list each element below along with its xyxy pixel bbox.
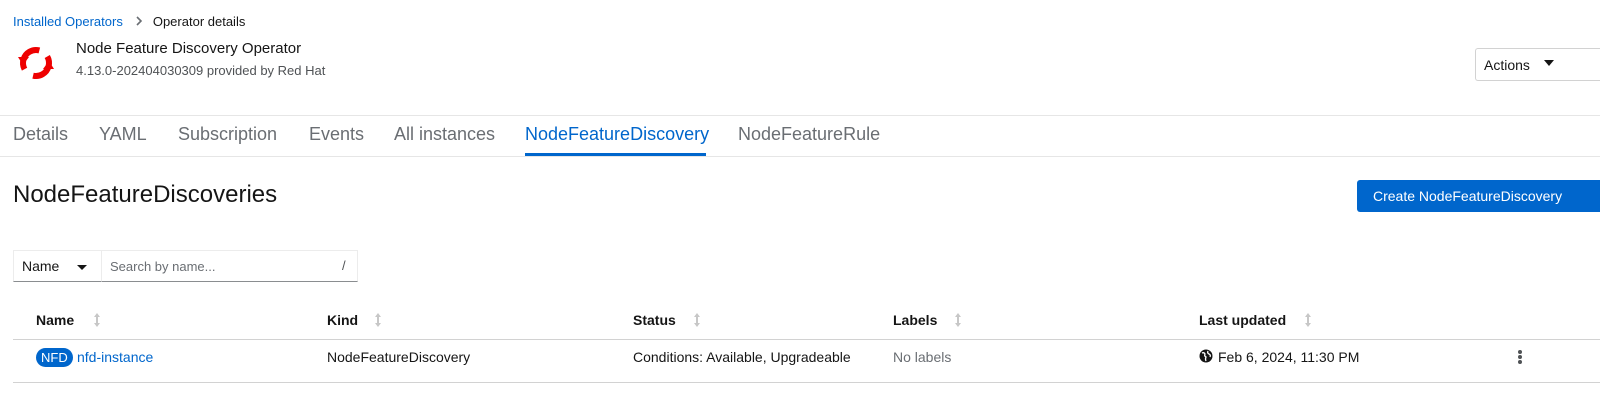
column-header-kind[interactable]: Kind <box>327 312 358 328</box>
sort-icon[interactable] <box>373 312 383 328</box>
search-box: / <box>101 250 358 282</box>
chevron-right-icon <box>135 15 143 29</box>
tabs-divider-bottom <box>0 156 1600 157</box>
breadcrumb: Installed Operators Operator details <box>13 14 245 29</box>
breadcrumb-installed-operators-link[interactable]: Installed Operators <box>13 14 123 29</box>
sort-icon[interactable] <box>92 312 102 328</box>
table-row-divider <box>13 339 1600 340</box>
filter-type-select[interactable]: Name <box>13 250 102 282</box>
tab-yaml[interactable]: YAML <box>99 124 147 145</box>
cell-labels: No labels <box>893 349 952 365</box>
column-header-name[interactable]: Name <box>36 312 74 328</box>
cell-kind: NodeFeatureDiscovery <box>327 349 471 365</box>
actions-label: Actions <box>1484 56 1530 73</box>
column-header-status[interactable]: Status <box>633 312 676 328</box>
column-header-labels[interactable]: Labels <box>893 312 937 328</box>
sort-icon[interactable] <box>953 312 963 328</box>
actions-dropdown-button[interactable]: Actions <box>1475 48 1600 81</box>
column-header-last-updated[interactable]: Last updated <box>1199 312 1286 328</box>
filter-type-label: Name <box>22 258 60 274</box>
tab-all-instances[interactable]: All instances <box>394 124 495 145</box>
tab-nodefeaturediscovery[interactable]: NodeFeatureDiscovery <box>525 124 709 145</box>
search-input[interactable] <box>102 251 327 281</box>
page-title: NodeFeatureDiscoveries <box>13 181 278 208</box>
sort-icon[interactable] <box>692 312 702 328</box>
create-nodefeaturediscovery-button[interactable]: Create NodeFeatureDiscovery <box>1357 180 1600 212</box>
tab-subscription[interactable]: Subscription <box>178 124 277 145</box>
row-actions-kebab-icon[interactable] <box>1514 348 1526 366</box>
cell-status: Conditions: Available, Upgradeable <box>633 349 851 365</box>
caret-down-icon <box>1544 60 1554 66</box>
cell-last-updated: Feb 6, 2024, 11:30 PM <box>1218 349 1360 365</box>
instance-name-link[interactable]: nfd-instance <box>77 349 153 365</box>
tab-nodefeaturerule[interactable]: NodeFeatureRule <box>738 124 880 145</box>
operator-name: Node Feature Discovery Operator <box>76 40 302 57</box>
tab-events[interactable]: Events <box>309 124 364 145</box>
table-row-divider <box>13 382 1600 383</box>
openshift-operator-logo-icon <box>16 43 56 83</box>
search-shortcut-hint: / <box>342 258 346 273</box>
sort-icon[interactable] <box>1303 312 1313 328</box>
resource-kind-badge: NFD <box>36 348 73 367</box>
tab-details[interactable]: Details <box>13 124 68 145</box>
caret-down-icon <box>77 265 87 270</box>
tab-bar: Details YAML Subscription Events All ins… <box>0 116 1600 156</box>
operator-version-provider: 4.13.0-202404030309 provided by Red Hat <box>76 63 326 78</box>
globe-icon <box>1199 349 1213 363</box>
breadcrumb-current: Operator details <box>152 14 246 29</box>
